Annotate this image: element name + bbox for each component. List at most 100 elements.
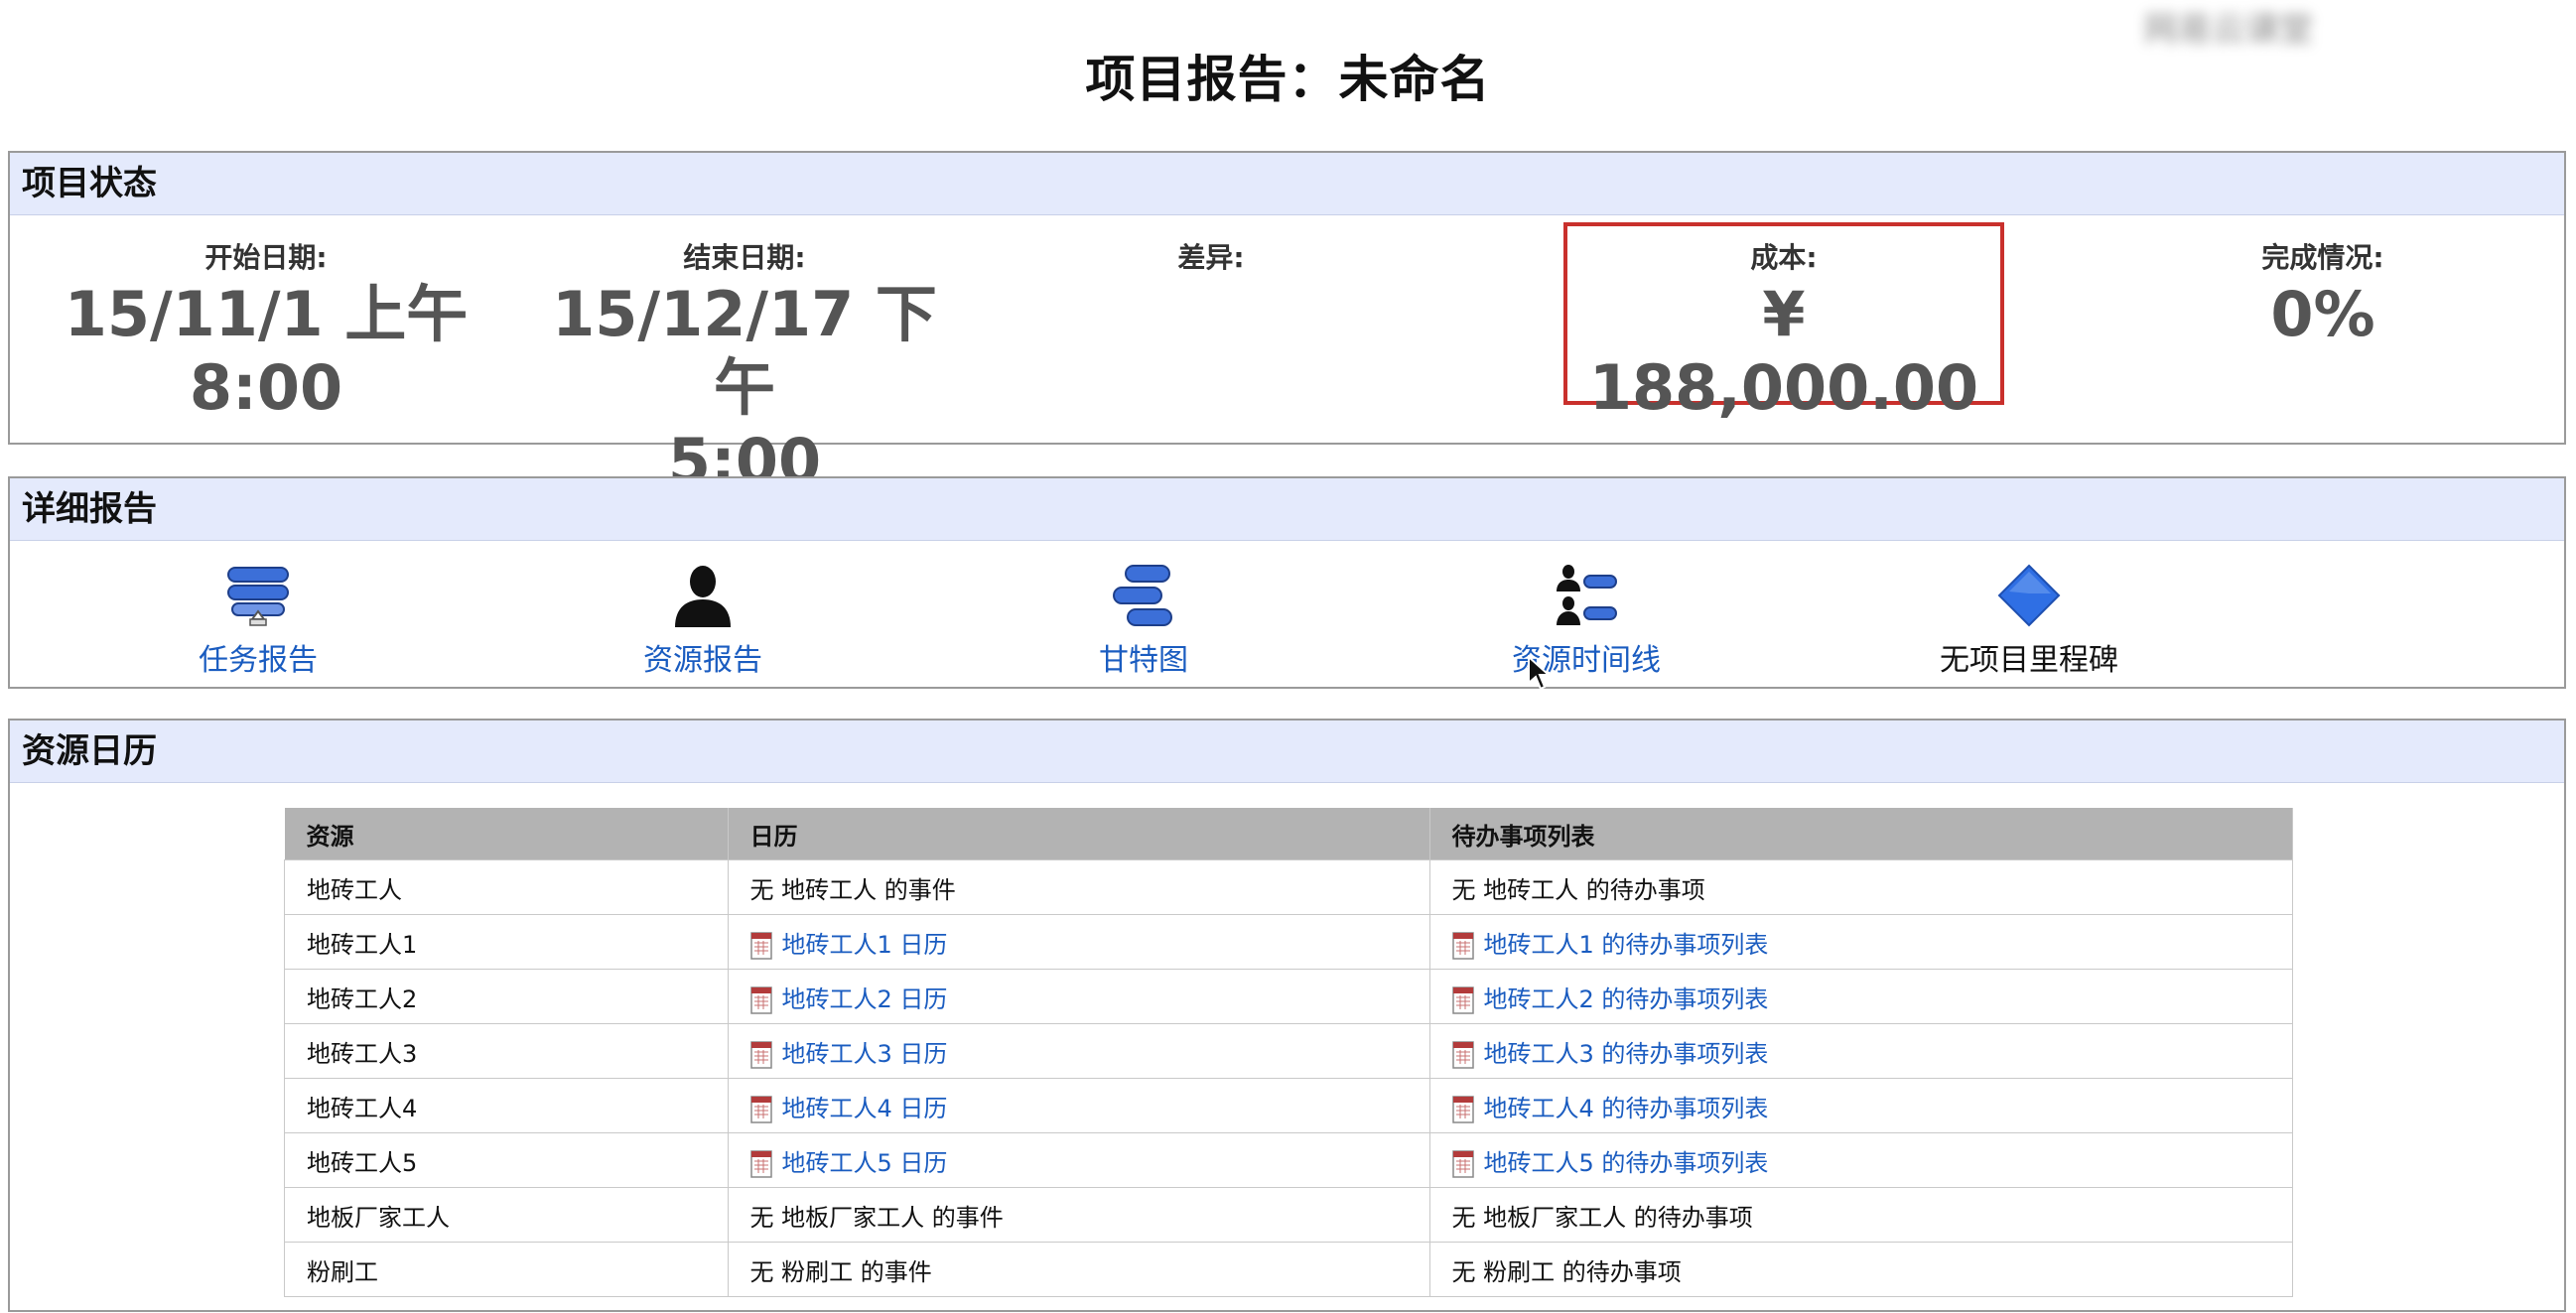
gantt-chart-label[interactable]: 甘特图 — [1015, 635, 1273, 679]
end-date-value: 15/12/17 下午 5:00 — [526, 278, 963, 498]
table-row: 地砖工人4 地砖工人4 日历 地砖工人4 的待办事项列表 — [284, 1078, 2293, 1133]
milestone-label: 无项目里程碑 — [1940, 643, 2118, 678]
completion-label: 完成情况: — [2261, 241, 2384, 274]
resource-cell: 地砖工人1 — [284, 914, 729, 970]
ics-file-icon — [1451, 931, 1474, 960]
cost-label: 成本: — [1750, 241, 1818, 274]
completion-value: 0% — [2270, 278, 2375, 350]
start-date-line2: 8:00 — [189, 351, 343, 424]
start-date-label: 开始日期: — [204, 241, 328, 274]
todo-text: 无 地板厂家工人 的待办事项 — [1451, 1203, 1753, 1232]
resource-cell: 地砖工人 — [284, 859, 729, 915]
calendar-link[interactable]: 地砖工人2 日历 — [782, 985, 948, 1013]
table-row: 地砖工人3 地砖工人3 日历 地砖工人3 的待办事项列表 — [284, 1023, 2293, 1079]
ics-file-icon — [1451, 1040, 1474, 1069]
calendar-cell: 地砖工人2 日历 — [727, 969, 1430, 1024]
variance-stat: 差异: — [1062, 236, 1360, 276]
calendar-text: 无 地砖工人 的事件 — [749, 875, 956, 904]
todo-cell: 无 粉刷工 的待办事项 — [1428, 1242, 2293, 1297]
calendar-link[interactable]: 地砖工人1 日历 — [782, 931, 948, 959]
cost-value: ¥ 188,000.00 — [1588, 278, 1979, 424]
todo-link[interactable]: 地砖工人5 的待办事项列表 — [1484, 1149, 1769, 1177]
column-header-calendar: 日历 — [728, 808, 1430, 860]
project-status-panel: 项目状态 开始日期: 15/11/1 上午 8:00 结束日期: 15/12/1… — [8, 151, 2566, 497]
task-report-label[interactable]: 任务报告 — [129, 635, 387, 679]
calendar-link[interactable]: 地砖工人3 日历 — [782, 1040, 948, 1068]
resource-cell: 地板厂家工人 — [284, 1187, 729, 1243]
calendar-cell: 无 地板厂家工人 的事件 — [727, 1187, 1430, 1243]
detail-report-header: 详细报告 — [10, 478, 2564, 541]
calendar-cell: 无 粉刷工 的事件 — [727, 1242, 1430, 1297]
calendar-text: 无 地板厂家工人 的事件 — [749, 1203, 1004, 1232]
ics-file-icon — [1451, 1095, 1474, 1123]
start-date-value: 15/11/1 上午 8:00 — [58, 278, 475, 425]
resource-timeline-icon — [1457, 562, 1715, 629]
milestone-diamond-icon — [1900, 562, 2158, 629]
start-date-stat: 开始日期: 15/11/1 上午 8:00 — [58, 236, 475, 425]
end-date-stat: 结束日期: 15/12/17 下午 5:00 — [526, 236, 963, 498]
todo-cell: 地砖工人5 的待办事项列表 — [1428, 1132, 2293, 1188]
todo-text: 无 地砖工人 的待办事项 — [1451, 875, 1705, 904]
todo-link[interactable]: 地砖工人2 的待办事项列表 — [1484, 985, 1769, 1013]
person-icon — [574, 562, 832, 629]
resource-report-link[interactable]: 资源报告 — [574, 562, 832, 679]
resource-cell: 地砖工人2 — [284, 969, 729, 1024]
table-row: 地砖工人2 地砖工人2 日历 地砖工人2 的待办事项列表 — [284, 969, 2293, 1024]
ics-file-icon — [1451, 985, 1474, 1014]
todo-link[interactable]: 地砖工人4 的待办事项列表 — [1484, 1095, 1769, 1122]
table-header-row: 资源 日历 待办事项列表 — [284, 808, 2293, 860]
detail-report-panel: 详细报告 任务报告 资源报告 甘特图 资源时间线 无项目里程碑 — [8, 476, 2566, 689]
ics-file-icon — [749, 931, 772, 960]
calendar-cell: 地砖工人4 日历 — [727, 1078, 1430, 1133]
todo-cell: 地砖工人4 的待办事项列表 — [1428, 1078, 2293, 1133]
page-title: 项目报告：未命名 — [1085, 51, 1491, 108]
ics-file-icon — [749, 1149, 772, 1178]
resource-calendar-body: 地砖工人无 地砖工人 的事件无 地砖工人 的待办事项 地砖工人1 地砖工人1 日历地… — [284, 859, 2293, 1297]
watermark-logo: 网易云课堂 — [2144, 10, 2313, 50]
todo-cell: 地砖工人2 的待办事项列表 — [1428, 969, 2293, 1024]
resource-cell: 地砖工人3 — [284, 1023, 729, 1079]
resource-calendar-panel: 资源日历 资源 日历 待办事项列表 地砖工人无 地砖工人 的事件 无 地砖工人 的… — [8, 719, 2566, 1312]
ics-file-icon — [749, 1040, 772, 1069]
start-date-line1: 15/11/1 上午 — [64, 278, 469, 350]
gantt-chart-link[interactable]: 甘特图 — [1015, 562, 1273, 679]
task-report-link[interactable]: 任务报告 — [129, 562, 387, 679]
calendar-cell: 地砖工人1 日历 — [727, 914, 1430, 970]
resource-calendar-table: 资源 日历 待办事项列表 地砖工人无 地砖工人 的事件 无 地砖工人 的待办事项地… — [284, 808, 2293, 1297]
column-header-resource: 资源 — [284, 808, 729, 860]
project-status-header: 项目状态 — [10, 153, 2564, 215]
table-row: 地砖工人1 地砖工人1 日历 地砖工人1 的待办事项列表 — [284, 914, 2293, 970]
ics-file-icon — [749, 985, 772, 1014]
cost-stat: 成本: ¥ 188,000.00 — [1563, 236, 2004, 425]
resource-cell: 粉刷工 — [284, 1242, 729, 1297]
end-date-label: 结束日期: — [683, 241, 806, 274]
mouse-cursor-icon — [1528, 655, 1551, 691]
resource-report-label[interactable]: 资源报告 — [574, 635, 832, 679]
table-row: 地板厂家工人无 地板厂家工人 的事件 无 地板厂家工人 的待办事项 — [284, 1187, 2293, 1243]
todo-text: 无 粉刷工 的待办事项 — [1451, 1257, 1682, 1286]
gantt-icon — [1015, 562, 1273, 629]
todo-cell: 地砖工人3 的待办事项列表 — [1428, 1023, 2293, 1079]
todo-link[interactable]: 地砖工人1 的待办事项列表 — [1484, 931, 1769, 959]
calendar-link[interactable]: 地砖工人5 日历 — [782, 1149, 948, 1177]
project-report-page: 网易云课堂 项目报告：未命名 项目状态 开始日期: 15/11/1 上午 8:0… — [0, 0, 2576, 1313]
ics-file-icon — [1451, 1149, 1474, 1178]
milestone-item: 无项目里程碑 — [1900, 562, 2158, 679]
todo-link[interactable]: 地砖工人3 的待办事项列表 — [1484, 1040, 1769, 1068]
resource-calendar-header: 资源日历 — [10, 721, 2564, 783]
calendar-cell: 无 地砖工人 的事件 — [727, 859, 1430, 915]
resource-cell: 地砖工人4 — [284, 1078, 729, 1133]
todo-cell: 地砖工人1 的待办事项列表 — [1428, 914, 2293, 970]
calendar-cell: 地砖工人3 日历 — [727, 1023, 1430, 1079]
completion-stat: 完成情况: 0% — [2174, 236, 2472, 351]
ics-file-icon — [749, 1095, 772, 1123]
resource-timeline-label[interactable]: 资源时间线 — [1457, 635, 1715, 679]
end-date-line1: 15/12/17 下午 — [552, 278, 937, 424]
table-row: 粉刷工无 粉刷工 的事件 无 粉刷工 的待办事项 — [284, 1242, 2293, 1297]
calendar-text: 无 粉刷工 的事件 — [749, 1257, 932, 1286]
task-report-icon — [129, 562, 387, 629]
resource-timeline-link[interactable]: 资源时间线 — [1457, 562, 1715, 679]
calendar-link[interactable]: 地砖工人4 日历 — [782, 1095, 948, 1122]
calendar-cell: 地砖工人5 日历 — [727, 1132, 1430, 1188]
variance-label: 差异: — [1177, 241, 1245, 274]
